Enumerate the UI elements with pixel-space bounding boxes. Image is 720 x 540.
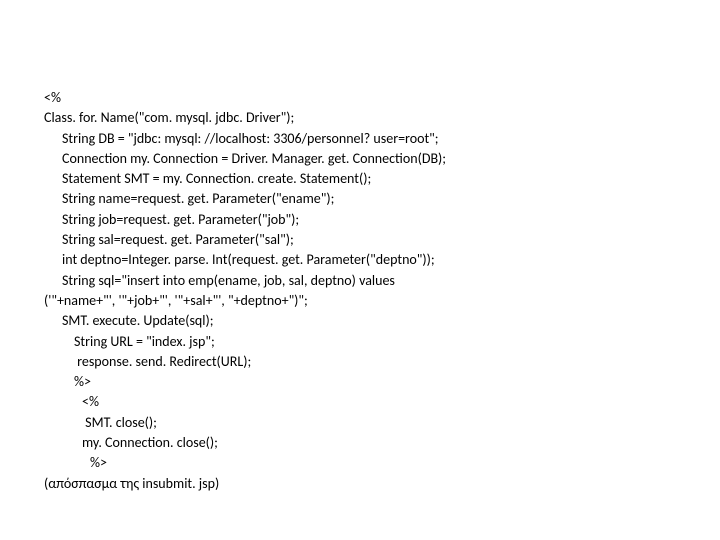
- code-line: my. Connection. close();: [44, 433, 680, 453]
- code-line: Connection my. Connection = Driver. Mana…: [44, 149, 680, 169]
- code-line: %>: [44, 372, 680, 392]
- code-line: String sql="insert into emp(ename, job, …: [44, 271, 680, 291]
- slide-content: <% Class. for. Name("com. mysql. jdbc. D…: [0, 0, 720, 540]
- code-line: Class. for. Name("com. mysql. jdbc. Driv…: [44, 108, 680, 128]
- code-line: int deptno=Integer. parse. Int(request. …: [44, 250, 680, 270]
- code-line: SMT. execute. Update(sql);: [44, 311, 680, 331]
- code-line: String URL = "index. jsp";: [44, 332, 680, 352]
- code-line: SMT. close();: [44, 413, 680, 433]
- code-line: <%: [44, 392, 680, 412]
- code-line: String sal=request. get. Parameter("sal"…: [44, 230, 680, 250]
- code-line: Statement SMT = my. Connection. create. …: [44, 169, 680, 189]
- code-line: String name=request. get. Parameter("ena…: [44, 189, 680, 209]
- code-line: String job=request. get. Parameter("job"…: [44, 210, 680, 230]
- code-line: response. send. Redirect(URL);: [44, 352, 680, 372]
- code-line: String DB = "jdbc: mysql: //localhost: 3…: [44, 129, 680, 149]
- code-line: <%: [44, 88, 680, 108]
- caption-line: (απόσπασμα της insubmit. jsp): [44, 474, 680, 494]
- code-line: ('"+name+"', '"+job+"', '"+sal+"', "+dep…: [44, 291, 680, 311]
- code-line: %>: [44, 453, 680, 473]
